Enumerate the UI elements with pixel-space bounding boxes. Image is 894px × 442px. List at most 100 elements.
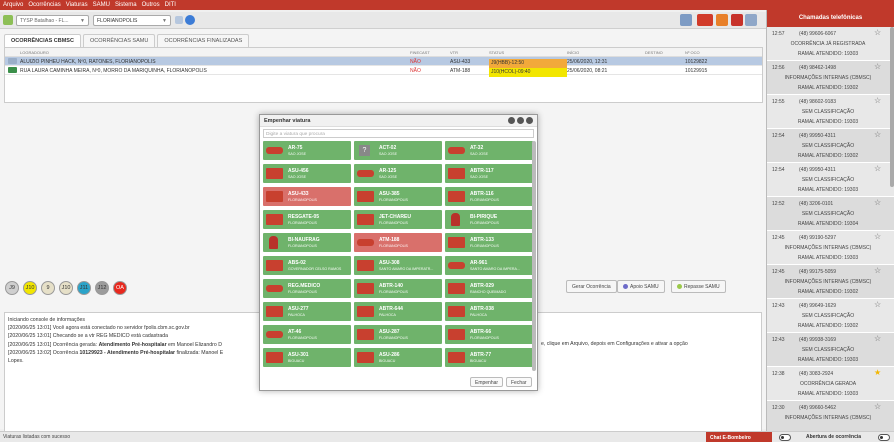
vehicle-card[interactable]: AT-46 FLORIANOPOLIS xyxy=(263,325,351,344)
close-icon[interactable] xyxy=(526,117,533,124)
star-icon[interactable]: ☆ xyxy=(874,96,881,105)
vehicle-card[interactable]: ABTR-66 FLORIANOPOLIS xyxy=(445,325,533,344)
star-icon[interactable]: ☆ xyxy=(874,28,881,37)
call-item[interactable]: 12:43 (48) 99649-1629 ☆ SEM CLASSIFICAÇÃO RA… xyxy=(767,299,894,333)
vehicle-card[interactable]: ? ACT-02 SAO JOSE xyxy=(354,141,442,160)
vehicle-card[interactable]: ATM-188 FLORIANOPOLIS xyxy=(354,233,442,252)
call-item[interactable]: 12:57 (48) 99606-6067 ☆ OCORRÊNCIA JÁ REGIS… xyxy=(767,27,894,61)
col-inicio[interactable]: INÍCIO xyxy=(567,50,579,55)
call-item[interactable]: 12:55 (48) 98602-9183 ☆ SEM CLASSIFICAÇÃO RA… xyxy=(767,95,894,129)
status-circle[interactable]: J12 xyxy=(95,281,109,295)
vehicle-card[interactable]: ABTR-133 FLORIANOPOLIS xyxy=(445,233,533,252)
call-item[interactable]: 12:54 (48) 99950-4311 ☆ SEM CLASSIFICAÇÃO RA… xyxy=(767,129,894,163)
tab-ocorrencias-finalizadas[interactable]: OCORRÊNCIAS FINALIZADAS xyxy=(157,34,250,47)
home-icon[interactable] xyxy=(3,15,13,25)
vehicle-card[interactable]: BI-NAUFRAG FLORIANOPOLIS xyxy=(263,233,351,252)
star-icon[interactable]: ☆ xyxy=(874,266,881,275)
repasse-samu-button[interactable]: Repasse SAMU xyxy=(671,280,726,293)
menu-item-3[interactable]: SAMU xyxy=(93,2,110,8)
col-numero[interactable]: Nº OCO xyxy=(685,50,700,55)
tab-ocorrencias-cbmsc[interactable]: OCORRÊNCIAS CBMSC xyxy=(4,34,81,47)
call-item[interactable]: 12:52 (48) 3206-0101 ☆ SEM CLASSIFICAÇÃO RAM… xyxy=(767,197,894,231)
vehicle-card[interactable]: ASU-433 FLORIANOPOLIS xyxy=(263,187,351,206)
status-circle[interactable]: OA xyxy=(113,281,127,295)
vehicle-card[interactable]: ASU-277 PALHOCA xyxy=(263,302,351,321)
vehicle-card[interactable]: ASU-286 BIGUACU xyxy=(354,348,442,367)
help-icon[interactable] xyxy=(185,15,195,25)
vehicle-card[interactable]: AR-125 SAO JOSE xyxy=(354,164,442,183)
abertura-toggle[interactable] xyxy=(878,434,890,441)
call-item[interactable]: 12:30 (48) 99660-5462 ☆ INFORMAÇÕES INTERNA… xyxy=(767,401,894,431)
status-circle[interactable]: J9 xyxy=(5,281,19,295)
vehicle-card[interactable]: ASU-308 SANTO AMARO DA IMPERATR... xyxy=(354,256,442,275)
col-finecast[interactable]: FINECAST xyxy=(410,50,430,55)
menu-item-4[interactable]: Sistema xyxy=(115,2,137,8)
maximize-icon[interactable] xyxy=(517,117,524,124)
call-item[interactable]: 12:45 (48) 99175-5059 ☆ INFORMAÇÕES INTERNA… xyxy=(767,265,894,299)
fechar-button[interactable]: Fechar xyxy=(506,377,532,387)
vehicle-card[interactable]: ASU-385 FLORIANOPOLIS xyxy=(354,187,442,206)
monitor-icon[interactable] xyxy=(680,14,692,26)
col-destino[interactable]: DESTINO xyxy=(645,50,663,55)
vehicle-card[interactable]: ABTR-644 PALHOCA xyxy=(354,302,442,321)
settings-icon[interactable] xyxy=(745,14,757,26)
star-icon[interactable]: ☆ xyxy=(874,164,881,173)
call-item[interactable]: 12:56 (48) 98462-1498 ☆ INFORMAÇÕES INTERNA… xyxy=(767,61,894,95)
chat-e-bombeiro-button[interactable]: Chat E-Bombeiro xyxy=(706,432,772,442)
star-icon[interactable]: ☆ xyxy=(874,300,881,309)
vehicle-card[interactable]: ABTR-116 FLORIANOPOLIS xyxy=(445,187,533,206)
vehicle-card[interactable]: ABTR-038 PALHOCA xyxy=(445,302,533,321)
firefighter-icon[interactable] xyxy=(716,14,728,26)
ambulance-icon[interactable] xyxy=(731,14,743,26)
vehicle-card[interactable]: RESGATE-05 FLORIANOPOLIS xyxy=(263,210,351,229)
menu-item-6[interactable]: DITI xyxy=(165,2,176,8)
menu-item-0[interactable]: Arquivo xyxy=(3,2,23,8)
col-logradouro[interactable]: LOGRADOURO xyxy=(20,50,49,55)
calls-scrollbar[interactable] xyxy=(890,27,894,187)
call-item[interactable]: 12:43 (48) 99938-3169 ☆ SEM CLASSIFICAÇÃO RA… xyxy=(767,333,894,367)
apoio-samu-button[interactable]: Apoio SAMU xyxy=(617,280,665,293)
gerar-ocorrencia-button[interactable]: Gerar Ocorrência xyxy=(566,280,617,293)
city-combo[interactable]: FLORIANOPOLIS ▼ xyxy=(93,15,171,26)
call-item[interactable]: 12:45 (48) 99190-5297 ☆ INFORMAÇÕES INTERNA… xyxy=(767,231,894,265)
battalion-combo[interactable]: TYSP Batalhao - FL... ▼ xyxy=(16,15,89,26)
status-circle[interactable]: J11 xyxy=(77,281,91,295)
dialog-scrollbar[interactable] xyxy=(532,141,536,371)
empenhar-button[interactable]: Empenhar xyxy=(470,377,504,387)
chat-toggle[interactable] xyxy=(779,434,791,441)
vehicle-card[interactable]: ASU-287 FLORIANOPOLIS xyxy=(354,325,442,344)
vehicle-card[interactable]: JET-CHAREU FLORIANOPOLIS xyxy=(354,210,442,229)
vehicle-card[interactable]: BI-PIRIQUE FLORIANOPOLIS xyxy=(445,210,533,229)
table-row[interactable]: RUA LAURA CAMINHA MEIRA, Nº0, MORRO DA M… xyxy=(5,66,762,77)
status-circle[interactable]: J10 xyxy=(23,281,37,295)
call-item[interactable]: 12:54 (48) 99950-4311 ☆ SEM CLASSIFICAÇÃO RA… xyxy=(767,163,894,197)
tab-ocorrencias-samu[interactable]: OCORRÊNCIAS SAMU xyxy=(82,34,156,47)
vehicle-card[interactable]: ABTR-029 RANCHO QUEIMADO xyxy=(445,279,533,298)
star-icon[interactable]: ☆ xyxy=(874,62,881,71)
vehicle-card[interactable]: ABTR-140 FLORIANOPOLIS xyxy=(354,279,442,298)
col-vtr[interactable]: VTR xyxy=(450,50,458,55)
table-row[interactable]: ALUIZIO PINHEU HACK, Nº0, RATONES, FLORI… xyxy=(5,57,762,68)
vehicle-card[interactable]: ASU-301 BIGUACU xyxy=(263,348,351,367)
star-icon[interactable]: ☆ xyxy=(874,130,881,139)
menu-item-1[interactable]: Ocorrências xyxy=(28,2,60,8)
vehicle-card[interactable]: ABTR-77 BIGUACU xyxy=(445,348,533,367)
vehicle-card[interactable]: ASU-456 SAO JOSE xyxy=(263,164,351,183)
menu-item-5[interactable]: Outros xyxy=(142,2,160,8)
vehicle-card[interactable]: REG.MEDICO FLORIANOPOLIS xyxy=(263,279,351,298)
vehicle-card[interactable]: AR-75 SAO JOSE xyxy=(263,141,351,160)
status-circle[interactable]: 9 xyxy=(41,281,55,295)
menu-item-2[interactable]: Viaturas xyxy=(66,2,88,8)
call-item[interactable]: 12:38 (48) 3083-2924 ★ OCORRÊNCIA GERADA RAM… xyxy=(767,367,894,401)
star-icon[interactable]: ★ xyxy=(874,368,881,377)
col-status[interactable]: STATUS xyxy=(489,50,504,55)
fire-truck-icon[interactable] xyxy=(697,14,713,26)
refresh-icon[interactable] xyxy=(175,16,183,24)
vehicle-card[interactable]: AR-961 SANTO AMARO DA IMPERA... xyxy=(445,256,533,275)
vehicle-search-input[interactable]: Digite a viatura que procura xyxy=(263,129,534,138)
star-icon[interactable]: ☆ xyxy=(874,334,881,343)
vehicle-card[interactable]: ABTR-117 SAO JOSE xyxy=(445,164,533,183)
star-icon[interactable]: ☆ xyxy=(874,232,881,241)
status-circle[interactable]: J10 xyxy=(59,281,73,295)
minimize-icon[interactable] xyxy=(508,117,515,124)
